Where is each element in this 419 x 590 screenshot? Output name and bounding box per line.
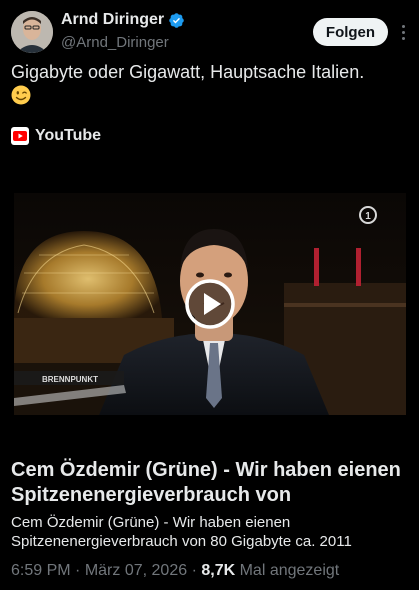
youtube-icon — [11, 127, 29, 145]
author-handle[interactable]: @Arnd_Diringer — [61, 34, 169, 51]
views-count[interactable]: 8,7K — [201, 562, 235, 579]
card-title[interactable]: Cem Özdemir (Grüne) - Wir haben eienen S… — [11, 458, 411, 508]
tweet-meta: 6:59 PM · März 07, 2026 · 8,7K Mal angez… — [11, 562, 339, 580]
tweet-text: Gigabyte oder Gigawatt, Hauptsache Itali… — [11, 60, 406, 108]
tweet-time[interactable]: 6:59 PM — [11, 562, 71, 579]
views-label: Mal angezeigt — [239, 562, 340, 579]
svg-text:1: 1 — [365, 211, 371, 222]
card-description: Cem Özdemir (Grüne) - Wir haben eienen S… — [11, 514, 352, 550]
meta-separator: · — [191, 562, 197, 579]
tweet-date[interactable]: März 07, 2026 — [85, 562, 187, 579]
play-icon[interactable] — [184, 278, 236, 330]
avatar-photo — [11, 11, 53, 53]
source-link[interactable]: YouTube — [11, 127, 101, 145]
video-thumbnail[interactable]: 1 BRENNPUNKT — [14, 193, 406, 415]
more-options-icon[interactable] — [397, 20, 409, 44]
author-name[interactable]: Arnd Diringer — [61, 11, 164, 29]
verified-badge-icon — [169, 12, 184, 28]
tweet-body: Gigabyte oder Gigawatt, Hauptsache Itali… — [11, 62, 365, 82]
avatar[interactable] — [11, 11, 53, 53]
source-label: YouTube — [35, 127, 102, 144]
follow-button[interactable]: Folgen — [313, 18, 388, 46]
video-overlay-text: BRENNPUNKT — [42, 375, 98, 384]
meta-separator: · — [75, 562, 81, 579]
author-name-row[interactable]: Arnd Diringer — [61, 11, 185, 29]
winking-face-icon — [11, 85, 31, 105]
